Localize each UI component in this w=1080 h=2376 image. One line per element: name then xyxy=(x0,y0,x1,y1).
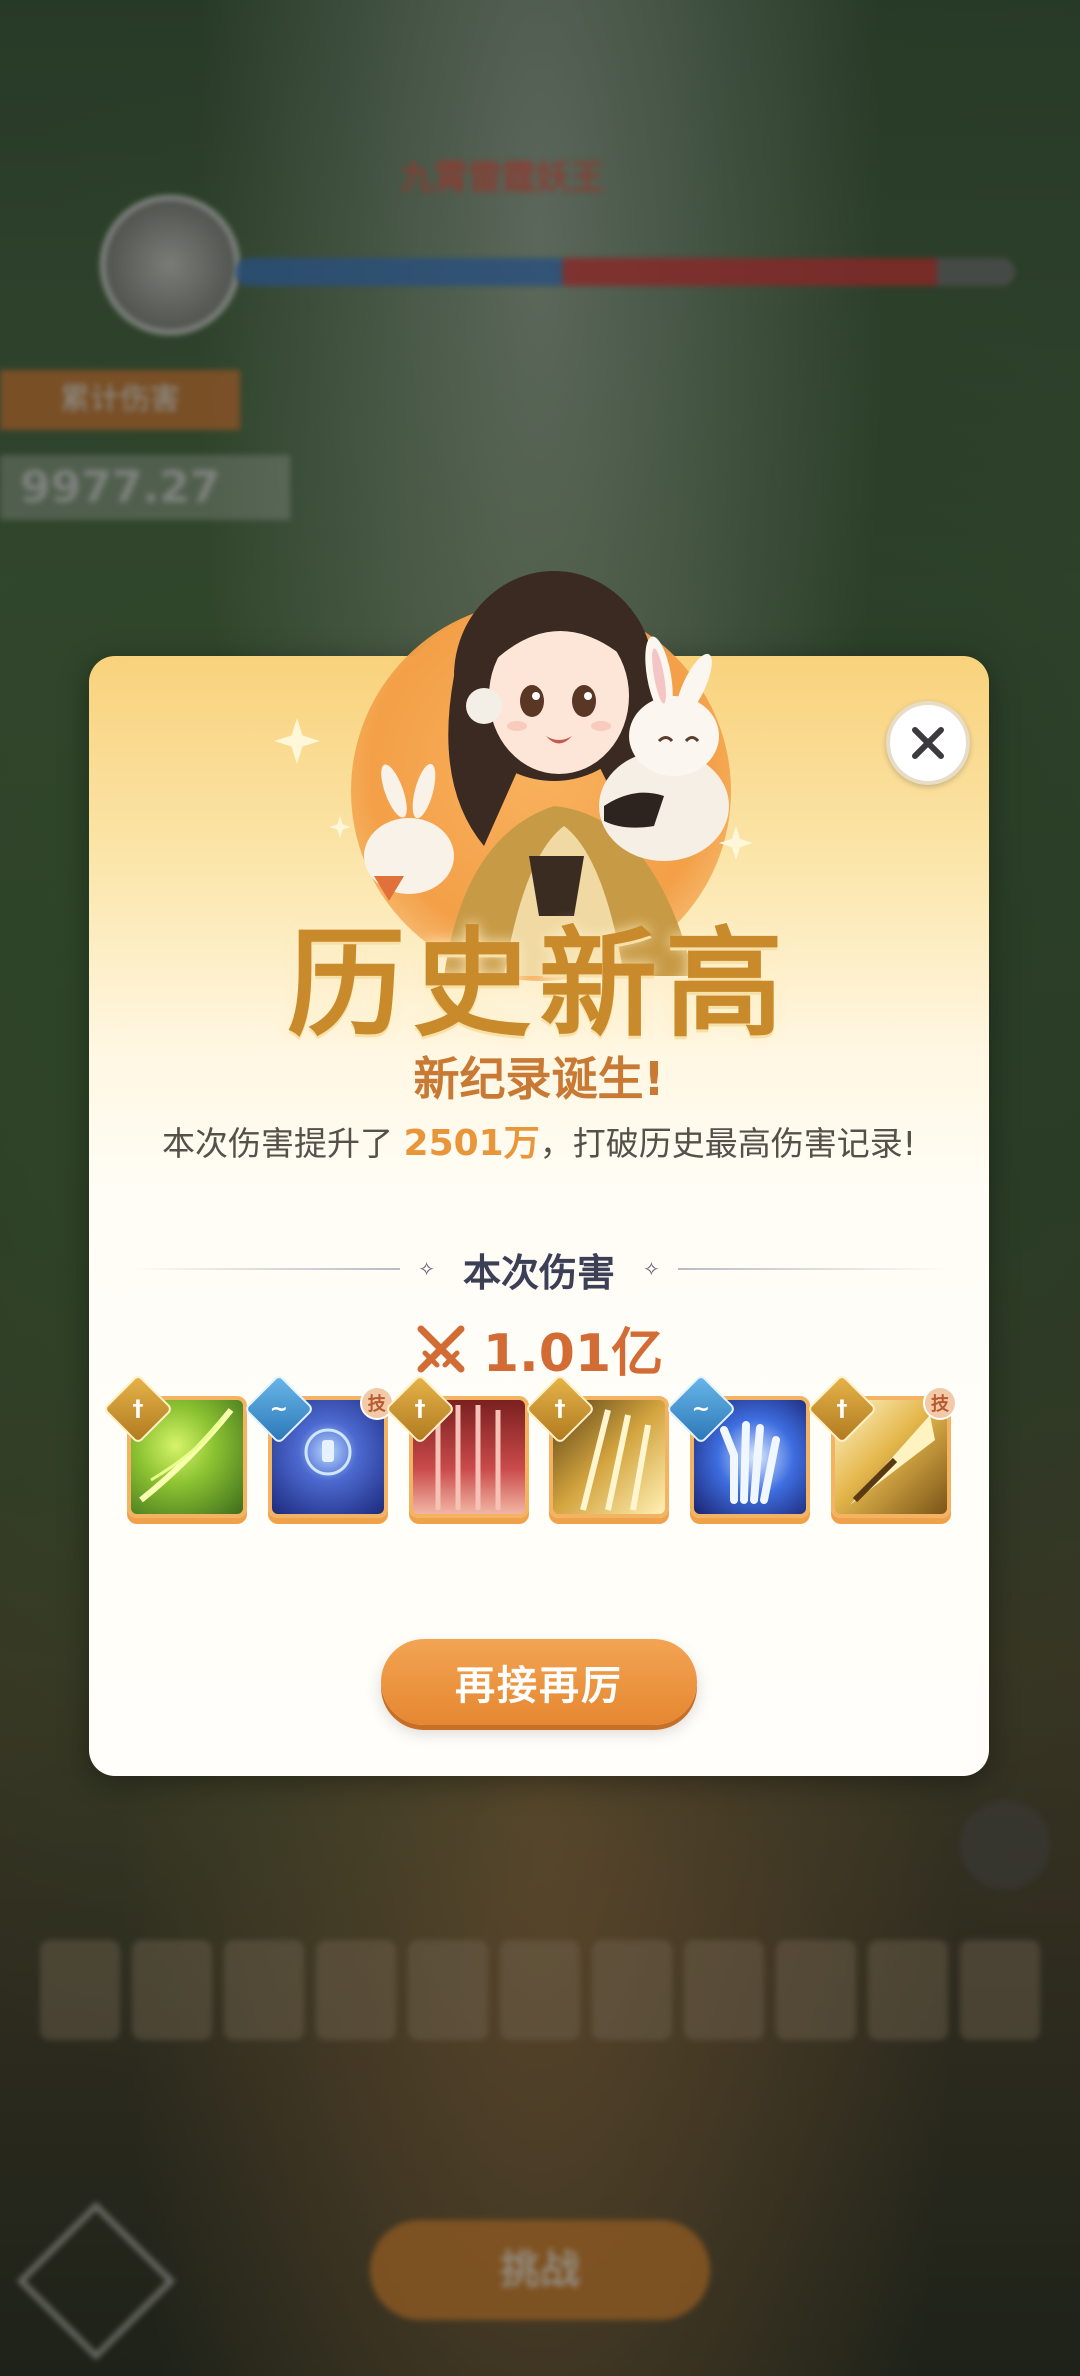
damage-summary: 1.01亿 xyxy=(89,1311,989,1386)
crossed-swords-icon xyxy=(417,1325,465,1372)
skill-slot-golden-swords[interactable]: † xyxy=(525,1373,670,1526)
record-description: 本次伤害提升了 2501万，打破历史最高伤害记录! xyxy=(89,1114,989,1166)
damage-value: 1.01亿 xyxy=(482,1324,664,1384)
diamond-ornament-icon: ✧ xyxy=(643,1257,660,1281)
diamond-ornament-icon: ✧ xyxy=(418,1257,435,1281)
skill-slot-thunder-palm[interactable]: ~ xyxy=(665,1373,811,1526)
skill-slot-golden-spear[interactable]: † 技 xyxy=(806,1373,957,1526)
section-title: 本次伤害 xyxy=(463,1250,616,1295)
sparkle-icon xyxy=(274,718,320,764)
skill-tag-badge: 技 xyxy=(922,1386,957,1420)
headline-title: 历史新高 xyxy=(286,914,791,1053)
description-suffix: ，打破历史最高伤害记录! xyxy=(539,1124,916,1163)
skill-slot-wind-slash[interactable]: † xyxy=(102,1373,247,1526)
description-amount: 2501万 xyxy=(403,1123,540,1164)
record-dialog: 历史新高 新纪录诞生! 本次伤害提升了 2501万，打破历史最高伤害记录! ✧ … xyxy=(89,571,989,1776)
continue-button[interactable]: 再接再厉 xyxy=(381,1639,697,1725)
description-prefix: 本次伤害提升了 xyxy=(162,1124,394,1163)
skill-list: † ~ 技 † † ~ † 技 xyxy=(102,1373,957,1526)
divider-line-right xyxy=(677,1268,950,1270)
section-divider: ✧ 本次伤害 ✧ xyxy=(129,1244,950,1295)
close-button[interactable] xyxy=(886,701,970,785)
divider-line-left xyxy=(129,1268,401,1270)
subheadline: 新纪录诞生! xyxy=(413,1052,665,1106)
skill-slot-arcane-orb[interactable]: ~ 技 xyxy=(243,1373,394,1526)
game-scene: 九霄雷霆妖王 累计伤害 9977.27 挑战 历史新高 新纪录诞生! 本次伤害提… xyxy=(0,0,1080,2376)
close-icon xyxy=(912,727,944,759)
skill-slot-crimson-blades[interactable]: † xyxy=(384,1373,529,1526)
